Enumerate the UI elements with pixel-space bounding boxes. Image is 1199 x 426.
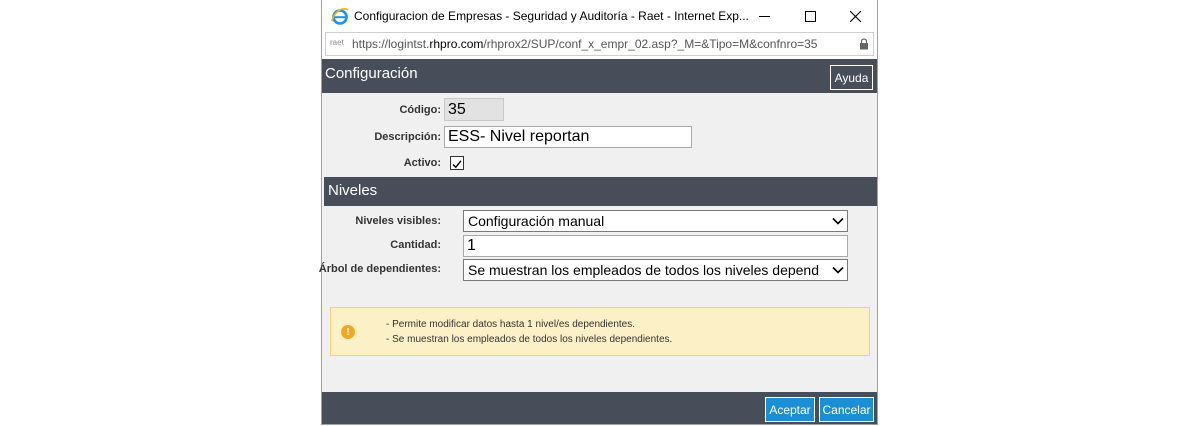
minimize-icon (758, 15, 770, 17)
title-bar[interactable]: Configuracion de Empresas - Seguridad y … (322, 0, 877, 32)
lock-icon[interactable] (859, 38, 869, 50)
maximize-button[interactable] (787, 0, 833, 32)
warning-icon: ! (341, 325, 355, 339)
close-button[interactable] (832, 0, 878, 32)
cantidad-input[interactable]: 1 (463, 235, 848, 257)
close-icon (849, 10, 861, 22)
notice-line: - Se muestran los empleados de todos los… (386, 334, 673, 345)
codigo-label: Código: (399, 104, 441, 116)
niveles-visibles-select[interactable]: Configuración manual (463, 210, 848, 232)
minimize-button[interactable] (741, 0, 787, 32)
site-icon: raet (330, 38, 344, 47)
chevron-down-icon (832, 217, 844, 225)
checkmark-icon (452, 160, 462, 169)
window-title: Configuracion de Empresas - Seguridad y … (354, 9, 749, 23)
codigo-field: 35 (444, 98, 504, 121)
config-header: Configuración Ayuda (322, 59, 877, 93)
chevron-down-icon (832, 266, 844, 274)
address-url[interactable]: https://logintst.rhpro.com/rhprox2/SUP/c… (352, 37, 817, 51)
page-title: Configuración (325, 65, 418, 82)
arbol-dependientes-label: Árbol de dependientes: (318, 263, 441, 275)
niveles-visibles-label: Niveles visibles: (355, 215, 441, 227)
arbol-dependientes-select[interactable]: Se muestran los empleados de todos los n… (463, 259, 848, 281)
help-button[interactable]: Ayuda (830, 65, 873, 90)
descripcion-label: Descripción: (374, 131, 441, 143)
arbol-dependientes-value: Se muestran los empleados de todos los n… (468, 262, 819, 278)
ie-popup-window: Configuracion de Empresas - Seguridad y … (318, 0, 878, 425)
info-notice: ! - Permite modificar datos hasta 1 nive… (330, 307, 870, 356)
niveles-visibles-value: Configuración manual (468, 213, 605, 229)
activo-label: Activo: (403, 157, 441, 169)
footer-bar: Aceptar Cancelar (322, 392, 877, 424)
descripcion-input[interactable]: ESS- Nivel reportan (444, 126, 692, 148)
page-content: Configuración Ayuda Código: 35 Descripci… (318, 59, 877, 424)
address-bar[interactable]: raet https://logintst.rhpro.com/rhprox2/… (325, 32, 874, 56)
accept-button[interactable]: Aceptar (765, 397, 815, 422)
cancel-button[interactable]: Cancelar (819, 397, 874, 422)
notice-line: - Permite modificar datos hasta 1 nivel/… (386, 319, 636, 330)
niveles-section-header: Niveles (324, 177, 877, 206)
activo-checkbox[interactable] (450, 156, 464, 170)
niveles-title: Niveles (328, 182, 378, 199)
maximize-icon (804, 10, 816, 22)
internet-explorer-icon (331, 7, 349, 25)
cantidad-label: Cantidad: (390, 239, 441, 251)
